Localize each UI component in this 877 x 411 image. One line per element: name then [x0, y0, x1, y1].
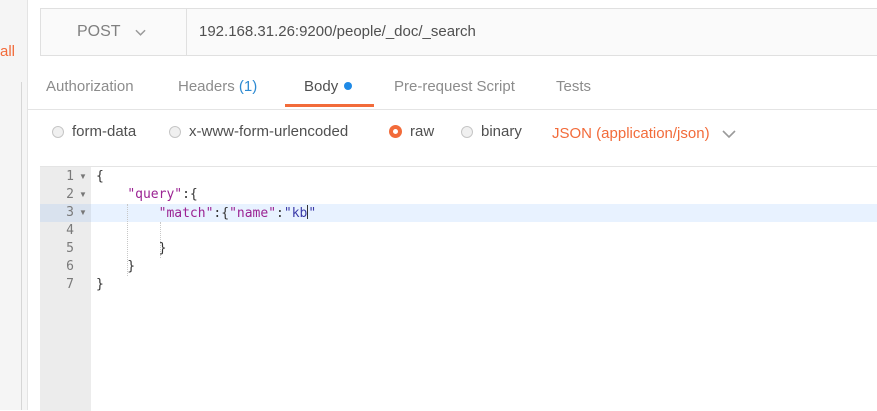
tab-label: Authorization	[46, 78, 134, 95]
code-line: {	[96, 169, 104, 184]
active-tab-underline	[285, 104, 374, 107]
code-token: "match"	[158, 206, 214, 221]
radio-label: x-www-form-urlencoded	[189, 123, 349, 140]
line-number: 5	[66, 241, 74, 256]
code-token: :{	[182, 187, 198, 202]
fold-arrow-icon[interactable]: ▼	[79, 208, 87, 217]
radio-label: form-data	[72, 123, 137, 140]
sidebar-all-link[interactable]: all	[0, 43, 15, 60]
code-line: "query":{	[96, 187, 198, 202]
code-token: }	[96, 259, 136, 274]
tab-label: Headers	[178, 78, 235, 95]
url-input[interactable]	[199, 9, 877, 55]
code-token: }	[96, 277, 104, 292]
code-line: "match":{"name":"kb"	[96, 205, 316, 221]
line-number: 4	[66, 223, 74, 238]
code-token: :	[276, 206, 284, 221]
line-number: 6	[66, 259, 74, 274]
body-type-row: form-data x-www-form-urlencoded raw bina…	[40, 117, 877, 151]
method-label: POST	[77, 23, 121, 40]
code-editor[interactable]: 1 2 3 4 5 6 7 ▼ ▼ ▼ { "query":{ "match":…	[40, 166, 877, 411]
code-token: "kb	[283, 206, 308, 221]
tab-label: Body	[304, 78, 339, 95]
code-line: }	[96, 259, 135, 274]
tab-pre-request-script[interactable]: Pre-request Script	[394, 78, 515, 95]
body-modified-dot-icon	[344, 82, 353, 90]
line-number: 7	[66, 277, 74, 292]
radio-circle-icon	[52, 125, 64, 138]
code-token: "name"	[229, 206, 277, 221]
fold-arrow-icon[interactable]: ▼	[79, 172, 87, 181]
request-tabs: Authorization Headers (1) Body Pre-reque…	[28, 66, 877, 110]
chevron-down-icon	[722, 129, 736, 138]
code-line: }	[96, 241, 167, 256]
code-token: "query"	[127, 187, 183, 202]
tab-label: Tests	[556, 78, 592, 95]
radio-raw[interactable]: raw	[389, 123, 434, 140]
code-token: :{	[213, 206, 230, 221]
radio-label: raw	[410, 123, 435, 140]
chevron-down-icon	[134, 29, 146, 36]
radio-form-data[interactable]: form-data	[52, 123, 136, 140]
code-token-quote: "	[308, 206, 317, 221]
request-bar: POST	[40, 8, 877, 56]
headers-count-badge: (1)	[238, 78, 258, 95]
line-number: 3	[66, 205, 74, 220]
method-dropdown[interactable]: POST	[41, 9, 187, 55]
code-token: }	[96, 241, 167, 256]
tab-headers[interactable]: Headers (1)	[178, 78, 257, 95]
sidebar: all	[0, 0, 28, 410]
tab-body[interactable]: Body	[304, 78, 353, 95]
code-token: {	[96, 169, 104, 184]
radio-binary[interactable]: binary	[461, 123, 522, 140]
tab-tests[interactable]: Tests	[556, 78, 591, 95]
fold-arrow-icon[interactable]: ▼	[79, 190, 87, 199]
radio-circle-icon	[461, 125, 473, 138]
sidebar-scrollbar[interactable]	[21, 82, 22, 410]
radio-x-www-form-urlencoded[interactable]: x-www-form-urlencoded	[169, 123, 348, 140]
tab-authorization[interactable]: Authorization	[46, 78, 134, 95]
tab-label: Pre-request Script	[394, 78, 515, 95]
content-type-label: JSON (application/json)	[552, 125, 710, 142]
line-number: 1	[66, 169, 74, 184]
content-type-dropdown[interactable]: JSON (application/json)	[552, 125, 736, 142]
radio-label: binary	[481, 123, 522, 140]
code-line: }	[96, 277, 104, 292]
line-number: 2	[66, 187, 74, 202]
radio-circle-icon	[169, 125, 181, 138]
radio-checked-icon	[389, 125, 402, 138]
